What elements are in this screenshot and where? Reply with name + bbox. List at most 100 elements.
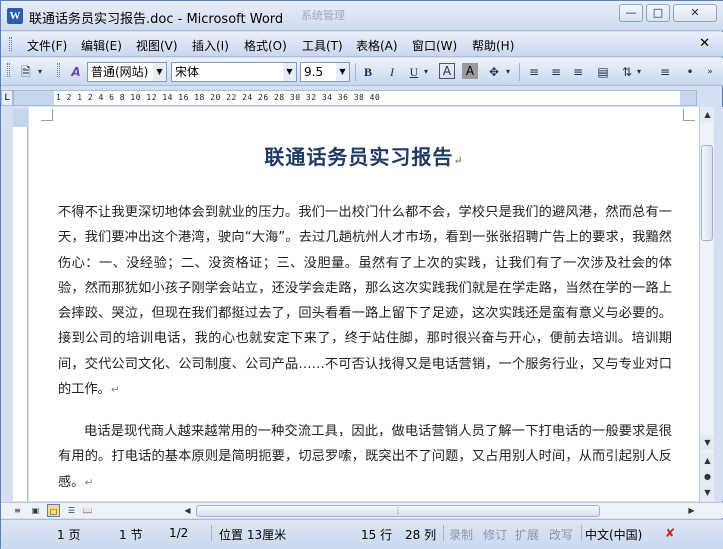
maximize-button[interactable]: □ xyxy=(646,4,670,22)
bullets-icon[interactable]: • xyxy=(681,63,699,81)
status-extend[interactable]: 扩展 xyxy=(515,526,539,543)
word-app-icon[interactable]: W xyxy=(7,8,23,24)
print-view-icon[interactable]: □ xyxy=(47,504,60,517)
font-dropdown-arrow-icon[interactable]: ▼ xyxy=(283,63,296,81)
document-heading: 联通话务员实习报告↵ xyxy=(29,141,699,170)
vertical-scroll-thumb[interactable] xyxy=(701,145,713,241)
title-bar: W 联通话务员实习报告.doc - Microsoft Word 系统管理 — … xyxy=(1,1,723,31)
horizontal-scroll-thumb[interactable]: ⋮ xyxy=(196,505,600,517)
margin-corner-mark-tl xyxy=(41,109,53,121)
vertical-ruler[interactable] xyxy=(13,109,28,501)
font-size-combo[interactable]: 9.5 ▼ xyxy=(300,62,350,82)
align-center-icon[interactable]: ≡ xyxy=(547,63,565,81)
size-dropdown-arrow-icon[interactable]: ▼ xyxy=(336,63,349,81)
status-track-changes[interactable]: 修订 xyxy=(483,526,507,543)
toolbar-options-chevron-icon[interactable]: ▾ xyxy=(35,63,45,81)
status-position: 位置 13厘米 xyxy=(219,528,287,542)
numbering-icon[interactable]: ≡ xyxy=(656,63,674,81)
status-separator xyxy=(443,525,444,541)
scaling-dropdown-arrow-icon[interactable]: ▾ xyxy=(503,63,513,81)
font-combo-value: 宋体 xyxy=(175,65,200,79)
paragraph-1-text: 不得不让我更深切地体会到就业的压力。我们一出校门什么都不会，学校只是我们的避风港… xyxy=(58,205,672,398)
menu-table[interactable]: 表格(A) xyxy=(356,37,398,54)
body-paragraph-2: 电话是现代商人越来越常用的一种交流工具，因此，做电话营销人员了解一下打电话的一般… xyxy=(58,419,672,495)
menu-edit[interactable]: 编辑(E) xyxy=(81,37,122,54)
ruler-right-margin xyxy=(680,91,696,105)
status-overtype[interactable]: 改写 xyxy=(549,526,573,543)
status-page: 1 页 xyxy=(57,528,81,542)
menu-bar: 文件(F) 编辑(E) 视图(V) 插入(I) 格式(O) 工具(T) 表格(A… xyxy=(1,32,723,57)
spelling-status-icon[interactable]: ✘ xyxy=(665,526,675,540)
menu-view[interactable]: 视图(V) xyxy=(136,37,178,54)
status-line: 15 行 xyxy=(361,528,393,542)
menu-tools[interactable]: 工具(T) xyxy=(302,37,343,54)
menu-window[interactable]: 窗口(W) xyxy=(412,37,457,54)
status-record[interactable]: 录制 xyxy=(449,526,473,543)
line-spacing-dropdown-icon[interactable]: ▾ xyxy=(634,63,644,81)
new-document-icon[interactable]: 🗎 xyxy=(17,63,35,81)
formatting-toolbar: 🗎 ▾ A 普通(网站) ▼ 宋体 ▼ 9.5 ▼ B I U ▾ A A ✥ … xyxy=(1,58,723,86)
font-combo[interactable]: 宋体 ▼ xyxy=(171,62,297,82)
menu-grip-handle[interactable] xyxy=(9,37,12,51)
character-scaling-icon[interactable]: ✥ xyxy=(485,63,503,81)
previous-page-icon[interactable]: ▲ xyxy=(700,453,715,468)
horizontal-scroll-row: ≡ ▣ □ ☰ 📖 ◀ ⋮ ▶ xyxy=(1,502,723,518)
ruler-numbers: 1 2 1 2 4 6 8 10 12 14 16 18 20 22 24 26… xyxy=(56,93,381,102)
style-combo[interactable]: 普通(网站) ▼ xyxy=(87,62,167,82)
ruler-left-margin xyxy=(14,91,54,105)
minimize-button[interactable]: — xyxy=(619,4,643,22)
bold-button[interactable]: B xyxy=(359,63,377,81)
styles-formatting-icon[interactable]: A xyxy=(67,63,85,81)
vertical-scrollbar[interactable]: ▲ ▼ ▲ ● ▼ xyxy=(699,107,715,501)
normal-view-icon[interactable]: ≡ xyxy=(11,504,24,517)
menu-help[interactable]: 帮助(H) xyxy=(472,37,514,54)
outline-view-icon[interactable]: ☰ xyxy=(65,504,78,517)
style-combo-value: 普通(网站) xyxy=(91,65,149,79)
web-view-icon[interactable]: ▣ xyxy=(29,504,42,517)
status-separator xyxy=(581,525,582,541)
reading-view-icon[interactable]: 📖 xyxy=(81,504,94,517)
font-size-value: 9.5 xyxy=(304,65,324,79)
scroll-up-arrow-icon[interactable]: ▲ xyxy=(700,107,715,122)
status-page-of: 1/2 xyxy=(169,526,189,540)
paragraph-mark: ↵ xyxy=(84,475,94,489)
close-button[interactable]: ✕ xyxy=(673,4,717,22)
toolbar-separator-2 xyxy=(519,63,520,81)
horizontal-ruler[interactable]: 1 2 1 2 4 6 8 10 12 14 16 18 20 22 24 26… xyxy=(13,90,697,106)
character-border-icon[interactable]: A xyxy=(439,63,455,79)
align-justify-icon[interactable]: ≡ xyxy=(525,63,543,81)
scroll-down-arrow-icon[interactable]: ▼ xyxy=(700,435,715,450)
toolbar-grip-handle[interactable] xyxy=(7,63,10,77)
status-language[interactable]: 中文(中国) xyxy=(585,526,642,543)
paragraph-mark: ↵ xyxy=(453,154,464,167)
next-page-icon[interactable]: ▼ xyxy=(700,485,715,500)
scroll-right-arrow-icon[interactable]: ▶ xyxy=(685,504,698,517)
underline-dropdown-arrow-icon[interactable]: ▾ xyxy=(421,63,431,81)
document-close-icon[interactable]: ✕ xyxy=(699,36,710,51)
scroll-left-arrow-icon[interactable]: ◀ xyxy=(181,504,194,517)
align-right-icon[interactable]: ≡ xyxy=(569,63,587,81)
document-heading-text: 联通话务员实习报告 xyxy=(264,145,454,169)
word-window: W 联通话务员实习报告.doc - Microsoft Word 系统管理 — … xyxy=(0,0,723,549)
menu-insert[interactable]: 插入(I) xyxy=(192,37,229,54)
distributed-align-icon[interactable]: ▤ xyxy=(594,63,612,81)
status-bar: 1 页 1 节 1/2 位置 13厘米 15 行 28 列 录制 修订 扩展 改… xyxy=(1,519,723,549)
select-browse-object-icon[interactable]: ● xyxy=(700,469,715,484)
toolbar-grip-handle-2[interactable] xyxy=(57,63,60,77)
menu-file[interactable]: 文件(F) xyxy=(27,37,67,54)
tab-selector-button[interactable]: L xyxy=(1,90,13,106)
vertical-ruler-top-margin xyxy=(13,109,28,127)
style-dropdown-arrow-icon[interactable]: ▼ xyxy=(153,63,166,81)
paragraph-mark: ↵ xyxy=(110,383,120,397)
paragraph-2-text: 电话是现代商人越来越常用的一种交流工具，因此，做电话营销人员了解一下打电话的一般… xyxy=(58,424,672,490)
italic-button[interactable]: I xyxy=(383,63,401,81)
status-separator xyxy=(211,525,212,541)
menu-format[interactable]: 格式(O) xyxy=(244,37,287,54)
toolbar-overflow-chevron-icon[interactable]: » xyxy=(703,63,717,81)
background-taskbar-text: 系统管理 xyxy=(301,9,345,22)
document-page[interactable]: 联通话务员实习报告↵ 不得不让我更深切地体会到就业的压力。我们一出校门什么都不会… xyxy=(29,107,699,501)
body-paragraph-1: 不得不让我更深切地体会到就业的压力。我们一出校门什么都不会，学校只是我们的避风港… xyxy=(58,200,672,402)
character-shading-icon[interactable]: A xyxy=(462,63,478,79)
margin-corner-mark-tr xyxy=(683,109,695,121)
status-section: 1 节 xyxy=(119,528,143,542)
